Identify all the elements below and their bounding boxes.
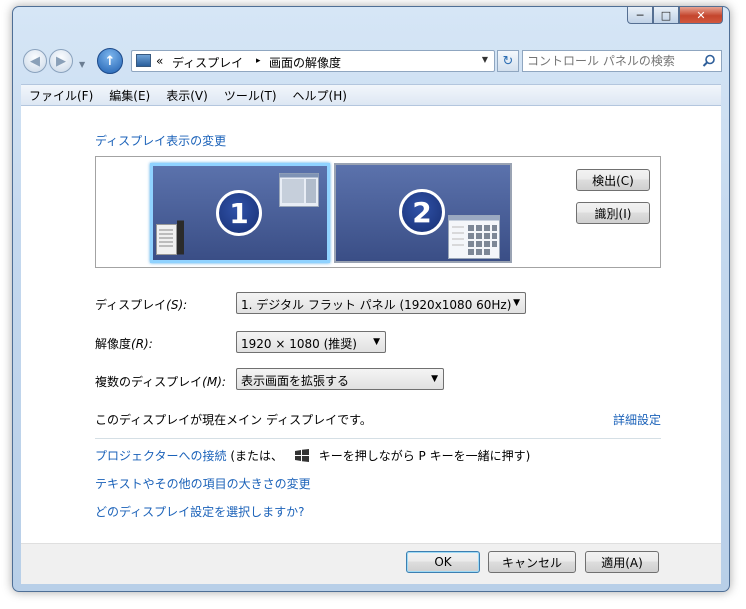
projector-link[interactable]: プロジェクターへの接続 [95,449,227,463]
divider [95,438,661,439]
menu-view[interactable]: 表示(V) [158,87,216,104]
breadcrumb-item-display[interactable]: ディスプレイ [172,54,243,71]
multi-display-select[interactable]: 表示画面を拡張する ▼ [236,368,444,390]
back-arrow-icon: ◀ [30,53,40,69]
menu-file[interactable]: ファイル(F) [21,87,101,104]
address-dropdown-icon[interactable]: ▼ [482,55,488,64]
chevron-down-icon: ▼ [513,298,520,308]
monitor-arrangement-panel: 1 2 検出(C) 識別(I) [95,156,661,268]
monitor-1-number: 1 [216,190,262,236]
minimize-button[interactable]: ─ [627,6,653,24]
monitor-2[interactable]: 2 [334,163,512,263]
breadcrumb-separator-icon[interactable]: ▸ [256,56,261,66]
caption-buttons: ─ □ ✕ [627,6,723,24]
projector-note-prefix: (または、 [230,449,284,463]
search-icon[interactable] [702,54,716,68]
apply-button[interactable]: 適用(A) [585,551,659,573]
forward-button[interactable]: ▶ [49,49,73,73]
cancel-button[interactable]: キャンセル [488,551,576,573]
chevron-down-icon: ▼ [373,337,380,347]
identify-button[interactable]: 識別(I) [576,202,650,224]
control-panel-icon [136,54,151,67]
maximize-button[interactable]: □ [653,6,679,24]
menu-edit[interactable]: 編集(E) [101,87,158,104]
refresh-button[interactable]: ↻ [497,50,519,72]
display-select[interactable]: 1. デジタル フラット パネル (1920x1080 60Hz) ▼ [236,292,526,314]
content-area: ディスプレイ表示の変更 1 2 検出(C) 識別(I) ディスプレイ(S): 1… [21,106,721,543]
ok-button[interactable]: OK [406,551,480,573]
monitor-1[interactable]: 1 [150,163,330,263]
app-grid-icon [448,215,500,259]
back-button[interactable]: ◀ [23,49,47,73]
display-label: ディスプレイ(S): [95,298,188,312]
forward-arrow-icon: ▶ [56,53,66,69]
close-button[interactable]: ✕ [679,6,723,24]
breadcrumb-item-resolution[interactable]: 画面の解像度 [269,54,341,71]
navigation-bar: ◀ ▶ ▼ ↑ « ディスプレイ ▸ 画面の解像度 ▼ ↻ [21,48,722,78]
address-bar[interactable]: « ディスプレイ ▸ 画面の解像度 ▼ [131,50,495,72]
monitor-2-number: 2 [399,189,445,235]
multi-display-select-value: 表示画面を拡張する [241,374,350,388]
resolution-label: 解像度(R): [95,337,153,351]
search-input[interactable] [527,53,695,69]
windows-logo-icon [294,449,309,462]
advanced-settings-link[interactable]: 詳細設定 [613,411,661,428]
refresh-icon: ↻ [502,53,514,69]
detect-button[interactable]: 検出(C) [576,169,650,191]
control-panel-window: ─ □ ✕ ◀ ▶ ▼ ↑ « ディスプレイ ▸ 画面の解像度 ▼ ↻ コントロ… [12,6,730,592]
menu-help[interactable]: ヘルプ(H) [285,87,355,104]
resolution-select[interactable]: 1920 × 1080 (推奨) ▼ [236,331,386,353]
display-select-value: 1. デジタル フラット パネル (1920x1080 60Hz) [241,298,512,312]
search-box[interactable] [522,50,722,72]
menu-tools[interactable]: ツール(T) [216,87,285,104]
text-size-link[interactable]: テキストやその他の項目の大きさの変更 [95,475,311,492]
window-icon [279,173,319,207]
menu-bar: ファイル(F) 編集(E) 表示(V) ツール(T) ヘルプ(H) [21,84,721,106]
document-icon [156,220,184,255]
which-settings-link[interactable]: どのディスプレイ設定を選択しますか? [95,503,305,520]
multi-display-label: 複数のディスプレイ(M): [95,375,226,389]
footer-buttons: OK キャンセル 適用(A) [21,543,721,584]
breadcrumb-chevron[interactable]: « [156,54,163,68]
main-display-text: このディスプレイが現在メイン ディスプレイです。 [95,413,372,427]
chevron-down-icon: ▼ [431,374,438,384]
projector-row: プロジェクターへの接続 (または、 キーを押しながら P キーを一緒に押す) [95,447,530,464]
up-button[interactable]: ↑ [97,48,123,74]
recent-pages-dropdown-icon[interactable]: ▼ [79,60,85,69]
page-title: ディスプレイ表示の変更 [95,134,227,148]
projector-note-suffix: キーを押しながら P キーを一緒に押す) [318,449,531,463]
up-arrow-icon: ↑ [104,53,116,69]
resolution-select-value: 1920 × 1080 (推奨) [241,337,357,351]
